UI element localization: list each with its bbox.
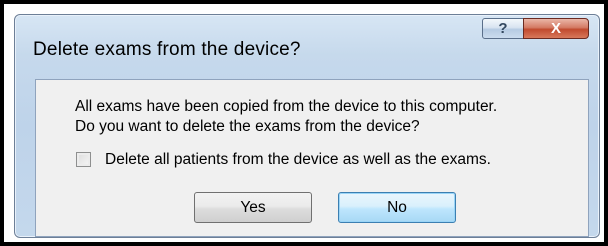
message-line-1: All exams have been copied from the devi… (75, 98, 498, 115)
dialog-title: Delete exams from the device? (33, 39, 301, 60)
help-button[interactable]: ? (482, 18, 524, 39)
screenshot-frame: Delete exams from the device? ? X All ex… (0, 0, 608, 246)
yes-button[interactable]: Yes (194, 192, 312, 223)
delete-patients-checkbox[interactable] (76, 152, 91, 167)
message-line-2: Do you want to delete the exams from the… (75, 118, 420, 135)
close-icon: X (550, 20, 561, 37)
close-button[interactable]: X (523, 18, 589, 39)
help-icon: ? (498, 20, 508, 37)
dialog-content: All exams have been copied from the devi… (35, 79, 589, 237)
dialog-window: Delete exams from the device? ? X All ex… (14, 14, 600, 238)
delete-patients-checkbox-label[interactable]: Delete all patients from the device as w… (105, 151, 491, 169)
no-button[interactable]: No (338, 192, 456, 223)
